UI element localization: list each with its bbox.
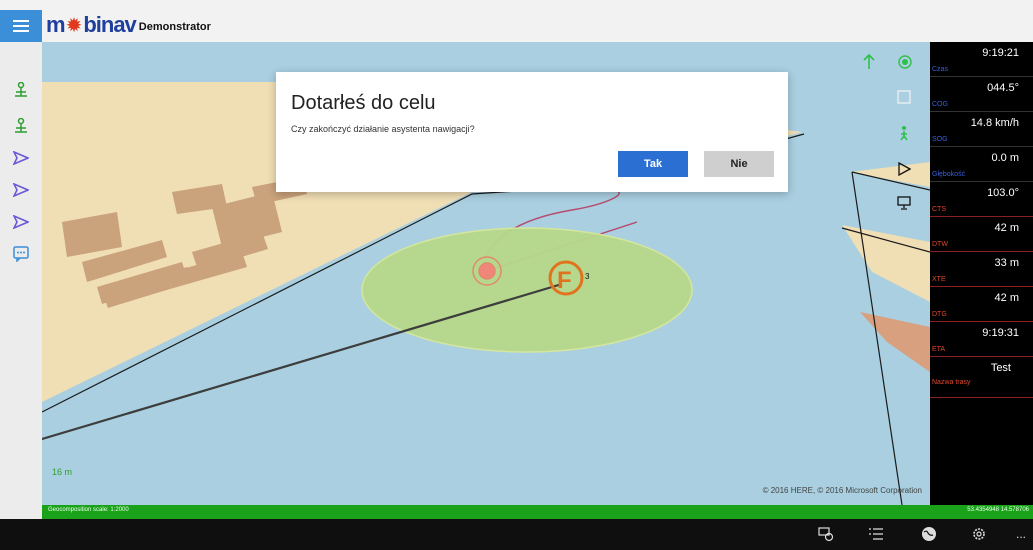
waypoint-number: 3 <box>585 272 590 281</box>
cog-label: COG <box>932 101 948 108</box>
sog-label: SOG <box>932 136 948 143</box>
time-value: 9:19:21 <box>982 47 1019 59</box>
person-walk-icon <box>900 126 908 141</box>
instrument-panel: 9:19:21 Czas 044.5° COG 14.8 km/h SOG 0.… <box>930 42 1033 505</box>
person-button[interactable] <box>895 124 913 142</box>
top-bar: m ✹ binav Demonstrator <box>0 0 1033 42</box>
play-button[interactable] <box>895 160 913 178</box>
panel-row-dtg: 42 m DTG <box>930 287 1033 322</box>
play-icon <box>898 162 911 176</box>
play-arrow-icon-1[interactable] <box>11 148 31 168</box>
logo-gear-icon: ✹ <box>65 14 83 37</box>
xte-label: XTE <box>932 276 946 283</box>
logo-m: m <box>46 12 66 37</box>
map-copyright: © 2016 HERE, © 2016 Microsoft Corporatio… <box>762 486 922 495</box>
monitor-icon <box>897 196 911 210</box>
panel-row-sog: 14.8 km/h SOG <box>930 112 1033 147</box>
list-icon[interactable] <box>868 526 884 542</box>
cts-value: 103.0° <box>987 187 1019 199</box>
anchor-person-icon-1[interactable] <box>11 80 31 100</box>
anchor-person-icon-2[interactable] <box>11 116 31 136</box>
arrival-dialog: Dotarłeś do celu Czy zakończyć działanie… <box>276 72 788 192</box>
dtg-value: 42 m <box>994 292 1019 304</box>
route-name-value: Test <box>990 362 1011 374</box>
map-scale: 16 m <box>52 467 73 477</box>
arrival-zone <box>361 227 693 353</box>
app-name: Demonstrator <box>138 21 211 33</box>
message-icon[interactable] <box>11 244 31 264</box>
rotate-view-button[interactable] <box>895 88 913 106</box>
panel-row-cog: 044.5° COG <box>930 77 1033 112</box>
cog-value: 044.5° <box>987 82 1019 94</box>
play-arrow-icon-2[interactable] <box>11 180 31 200</box>
arrow-up-icon <box>863 54 875 69</box>
dtg-label: DTG <box>932 311 947 318</box>
globe-icon[interactable] <box>921 526 937 542</box>
panel-row-eta: 9:19:31 ETA <box>930 322 1033 357</box>
target-inner <box>478 262 496 280</box>
panel-row-dtw: 42 m DTW <box>930 217 1033 252</box>
location-button[interactable] <box>896 53 914 71</box>
route-name-label: Nazwa trasy <box>932 379 971 386</box>
time-label: Czas <box>932 66 948 73</box>
app-logo: m ✹ binav Demonstrator <box>46 12 211 37</box>
rotate-icon <box>897 90 911 104</box>
bottom-app-bar: ... <box>0 519 1033 550</box>
waypoint-f-letter: F <box>557 267 572 294</box>
left-toolbar <box>0 42 42 519</box>
route-icon[interactable] <box>818 526 834 542</box>
logo-binav: binav <box>83 12 136 37</box>
coordinates: 53.4354948 14.578706 <box>967 507 1029 513</box>
north-up-button[interactable] <box>860 53 878 71</box>
target-icon <box>898 55 912 69</box>
eta-value: 9:19:31 <box>982 327 1019 339</box>
panel-row-route-name: Test Nazwa trasy <box>930 357 1033 398</box>
more-label: ... <box>1015 527 1026 541</box>
panel-row-time: 9:19:21 Czas <box>930 42 1033 77</box>
display-button[interactable] <box>895 194 913 212</box>
hamburger-menu-button[interactable] <box>0 10 42 42</box>
play-arrow-icon-3[interactable] <box>11 212 31 232</box>
no-button[interactable]: Nie <box>704 151 774 177</box>
dtw-value: 42 m <box>994 222 1019 234</box>
dtw-label: DTW <box>932 241 948 248</box>
eta-label: ETA <box>932 346 946 353</box>
status-bar: Geocomposition scale: 1:2000 53.4354948 … <box>42 505 1033 519</box>
panel-row-xte: 33 m XTE <box>930 252 1033 287</box>
more-icon[interactable]: ... <box>1013 526 1029 542</box>
panel-row-depth: 0.0 m Głębokość <box>930 147 1033 182</box>
panel-row-cts: 103.0° CTS <box>930 182 1033 217</box>
sog-value: 14.8 km/h <box>970 117 1019 129</box>
geocomposition-scale: Geocomposition scale: 1:2000 <box>48 507 129 513</box>
settings-gear-icon[interactable] <box>971 526 987 542</box>
yes-button[interactable]: Tak <box>618 151 688 177</box>
cts-label: CTS <box>932 206 946 213</box>
depth-label: Głębokość <box>932 171 966 178</box>
depth-value: 0.0 m <box>991 152 1019 164</box>
xte-value: 33 m <box>994 257 1019 269</box>
dialog-title: Dotarłeś do celu <box>291 92 436 114</box>
dialog-message: Czy zakończyć działanie asystenta nawiga… <box>291 124 475 134</box>
hamburger-icon <box>13 20 29 32</box>
